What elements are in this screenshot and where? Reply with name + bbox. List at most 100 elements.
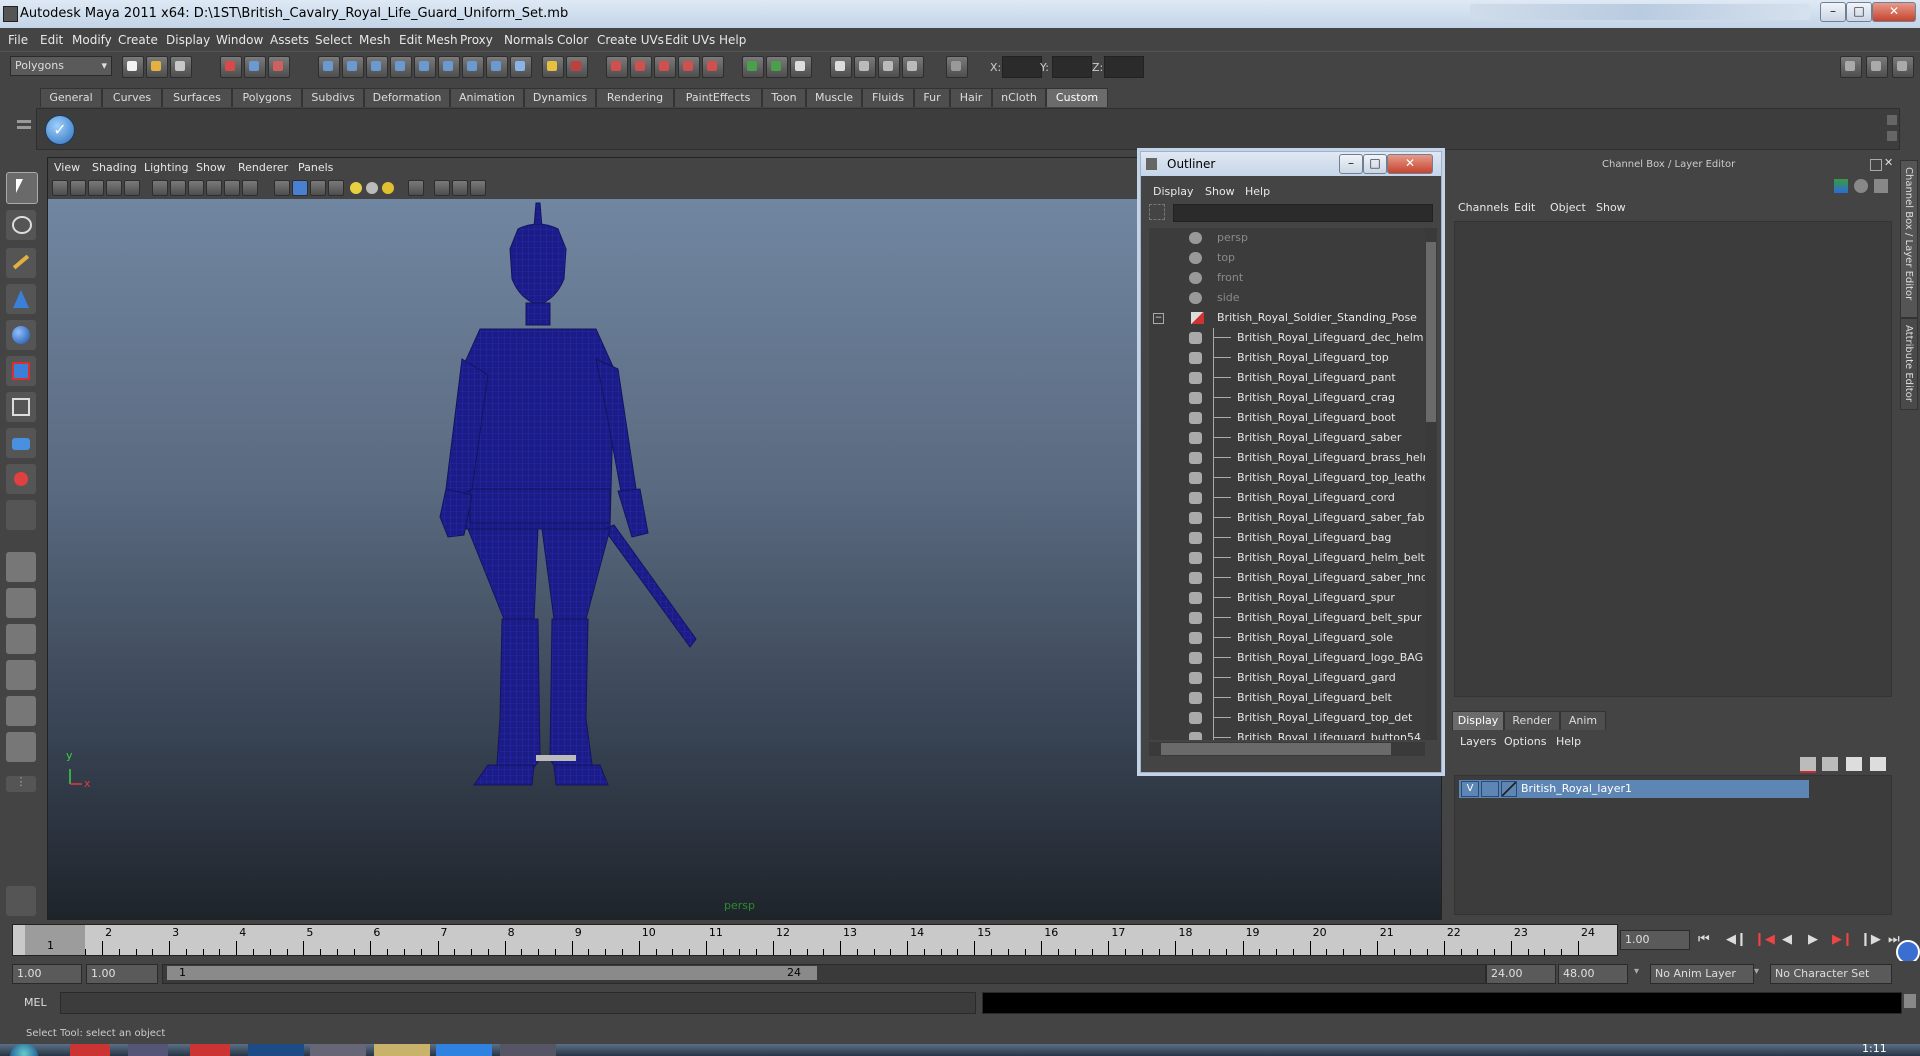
outliner-item[interactable]: British_Royal_Lifeguard_bag	[1149, 528, 1419, 548]
render-view-icon[interactable]	[830, 56, 852, 78]
universal-manipulator-icon[interactable]	[6, 392, 36, 422]
viewport-menu-lighting[interactable]: Lighting	[144, 161, 188, 174]
shelf-tab-surfaces[interactable]: Surfaces	[162, 88, 232, 107]
outliner-item[interactable]: front	[1149, 268, 1419, 288]
current-time-field[interactable]: 1.00	[1620, 930, 1690, 950]
last-tool-slot-icon[interactable]	[6, 500, 36, 530]
menu-mesh[interactable]: Mesh	[359, 33, 391, 47]
all-lights-icon[interactable]	[366, 182, 378, 194]
textured-icon[interactable]	[328, 180, 344, 196]
side-tab-channel-box[interactable]: Channel Box / Layer Editor	[1900, 160, 1918, 318]
layer-name[interactable]: British_Royal_layer1	[1521, 782, 1632, 795]
minimize-button[interactable]: –	[1820, 2, 1846, 22]
paint-select-tool-icon[interactable]	[6, 248, 36, 278]
menu-select[interactable]: Select	[315, 33, 352, 47]
menu-file[interactable]: File	[8, 33, 28, 47]
taskbar-explorer-icon[interactable]	[374, 1044, 430, 1056]
go-to-start-icon[interactable]: ⏮	[1698, 932, 1710, 947]
taskbar-maya-icon[interactable]	[310, 1044, 366, 1056]
shelf-tab-toon[interactable]: Toon	[762, 88, 806, 107]
transform-mode-icon[interactable]	[946, 56, 968, 78]
select-dynamics-icon[interactable]	[438, 56, 460, 78]
select-camera-icon[interactable]	[52, 180, 68, 196]
select-tool-icon[interactable]	[6, 172, 38, 204]
channel-object-menu[interactable]: Object	[1550, 201, 1586, 214]
show-channel-box-icon[interactable]	[1892, 56, 1914, 78]
viewport-menu-panels[interactable]: Panels	[298, 161, 333, 174]
outliner-item[interactable]: British_Royal_Lifeguard_top_det	[1149, 708, 1419, 728]
film-gate-icon[interactable]	[170, 180, 186, 196]
viewport-menu-shading[interactable]: Shading	[92, 161, 137, 174]
menu-edit-mesh[interactable]: Edit Mesh	[399, 33, 458, 47]
viewport-menu-renderer[interactable]: Renderer	[238, 161, 288, 174]
select-by-hierarchy-icon[interactable]	[220, 56, 242, 78]
outliner-item[interactable]: British_Royal_Lifeguard_spur	[1149, 588, 1419, 608]
outliner-item[interactable]: British_Royal_Lifeguard_pant	[1149, 368, 1419, 388]
outliner-item[interactable]: British_Royal_Lifeguard_cord	[1149, 488, 1419, 508]
check-shelf-button-icon[interactable]: ✓	[45, 115, 75, 145]
select-handles-icon[interactable]	[318, 56, 340, 78]
shelf-tab-painteffects[interactable]: PaintEffects	[674, 88, 762, 107]
soft-modification-icon[interactable]	[6, 428, 36, 458]
shelf-scroll-up-icon[interactable]	[1887, 115, 1897, 125]
wireframe-shading-icon[interactable]	[274, 180, 290, 196]
outliner-vertical-scrollbar[interactable]	[1425, 228, 1437, 740]
shelf-tab-rendering[interactable]: Rendering	[596, 88, 674, 107]
open-scene-icon[interactable]	[146, 56, 168, 78]
menuset-dropdown[interactable]: Polygons ▾	[10, 56, 112, 76]
grid-toggle-icon[interactable]	[152, 180, 168, 196]
2d-pan-zoom-icon[interactable]	[124, 180, 140, 196]
layer-tab-display[interactable]: Display	[1452, 711, 1504, 730]
playback-start-field[interactable]: 1.00	[86, 964, 158, 984]
outliner-item[interactable]: persp	[1149, 228, 1419, 248]
snap-to-curve-icon[interactable]	[630, 56, 652, 78]
menu-color[interactable]: Color	[557, 33, 588, 47]
move-tool-icon[interactable]	[6, 284, 36, 314]
wireframe-on-shaded-icon[interactable]	[310, 180, 326, 196]
layer-color-swatch[interactable]	[1501, 781, 1517, 797]
menu-edit[interactable]: Edit	[40, 33, 63, 47]
layers-menu[interactable]: Layers	[1460, 735, 1496, 748]
command-input[interactable]	[60, 992, 976, 1014]
outliner-search-field[interactable]	[1173, 204, 1433, 222]
snap-to-grid-icon[interactable]	[606, 56, 628, 78]
outliner-menu-help[interactable]: Help	[1245, 185, 1270, 198]
outliner-item[interactable]: side	[1149, 288, 1419, 308]
channel-edit-menu[interactable]: Edit	[1514, 201, 1535, 214]
manipulator-channel-icon[interactable]	[1834, 179, 1848, 193]
select-rendering-icon[interactable]	[462, 56, 484, 78]
outliner-item[interactable]: British_Royal_Lifeguard_logo_BAG	[1149, 648, 1423, 668]
taskbar-acrobat-icon[interactable]	[190, 1044, 230, 1056]
outliner-menu-show[interactable]: Show	[1205, 185, 1235, 198]
taskbar-misc-icon[interactable]	[500, 1044, 556, 1056]
snap-to-point-icon[interactable]	[654, 56, 676, 78]
new-layer-from-selected-icon[interactable]	[1822, 757, 1838, 771]
menu-normals[interactable]: Normals	[504, 33, 554, 47]
shelf-tab-hair[interactable]: Hair	[950, 88, 992, 107]
outliner-close-button[interactable]: ✕	[1387, 154, 1433, 174]
xray-joints-icon[interactable]	[452, 180, 468, 196]
smooth-shading-icon[interactable]	[292, 180, 308, 196]
select-by-object-icon[interactable]	[244, 56, 266, 78]
shelf-scroll-down-icon[interactable]	[1887, 131, 1897, 141]
layer-type-toggle[interactable]	[1481, 781, 1499, 797]
viewport-menu-show[interactable]: Show	[196, 161, 226, 174]
render-settings-icon[interactable]	[902, 56, 924, 78]
step-back-frame-icon[interactable]: ◀❙	[1726, 932, 1747, 947]
layer-up-icon[interactable]	[1846, 757, 1862, 771]
outliner-item[interactable]: British_Royal_Lifeguard_helm_belt	[1149, 548, 1425, 568]
layer-tab-anim[interactable]: Anim	[1560, 711, 1606, 730]
step-back-key-icon[interactable]: ❙◀	[1754, 932, 1775, 947]
z-field[interactable]	[1104, 56, 1144, 78]
step-forward-key-icon[interactable]: ▶❙	[1832, 932, 1853, 947]
perspective-outliner-layout-icon[interactable]	[6, 624, 36, 654]
show-attribute-editor-icon[interactable]	[1840, 56, 1862, 78]
scale-tool-icon[interactable]	[6, 356, 36, 386]
command-language-label[interactable]: MEL	[24, 996, 47, 1009]
menu-create[interactable]: Create	[118, 33, 158, 47]
layer-tab-render[interactable]: Render	[1504, 711, 1560, 730]
outliner-item[interactable]: British_Royal_Lifeguard_top	[1149, 348, 1419, 368]
maximize-button[interactable]: □	[1846, 2, 1872, 22]
step-forward-frame-icon[interactable]: ❙▶	[1860, 932, 1881, 947]
single-perspective-layout-icon[interactable]	[6, 552, 36, 582]
